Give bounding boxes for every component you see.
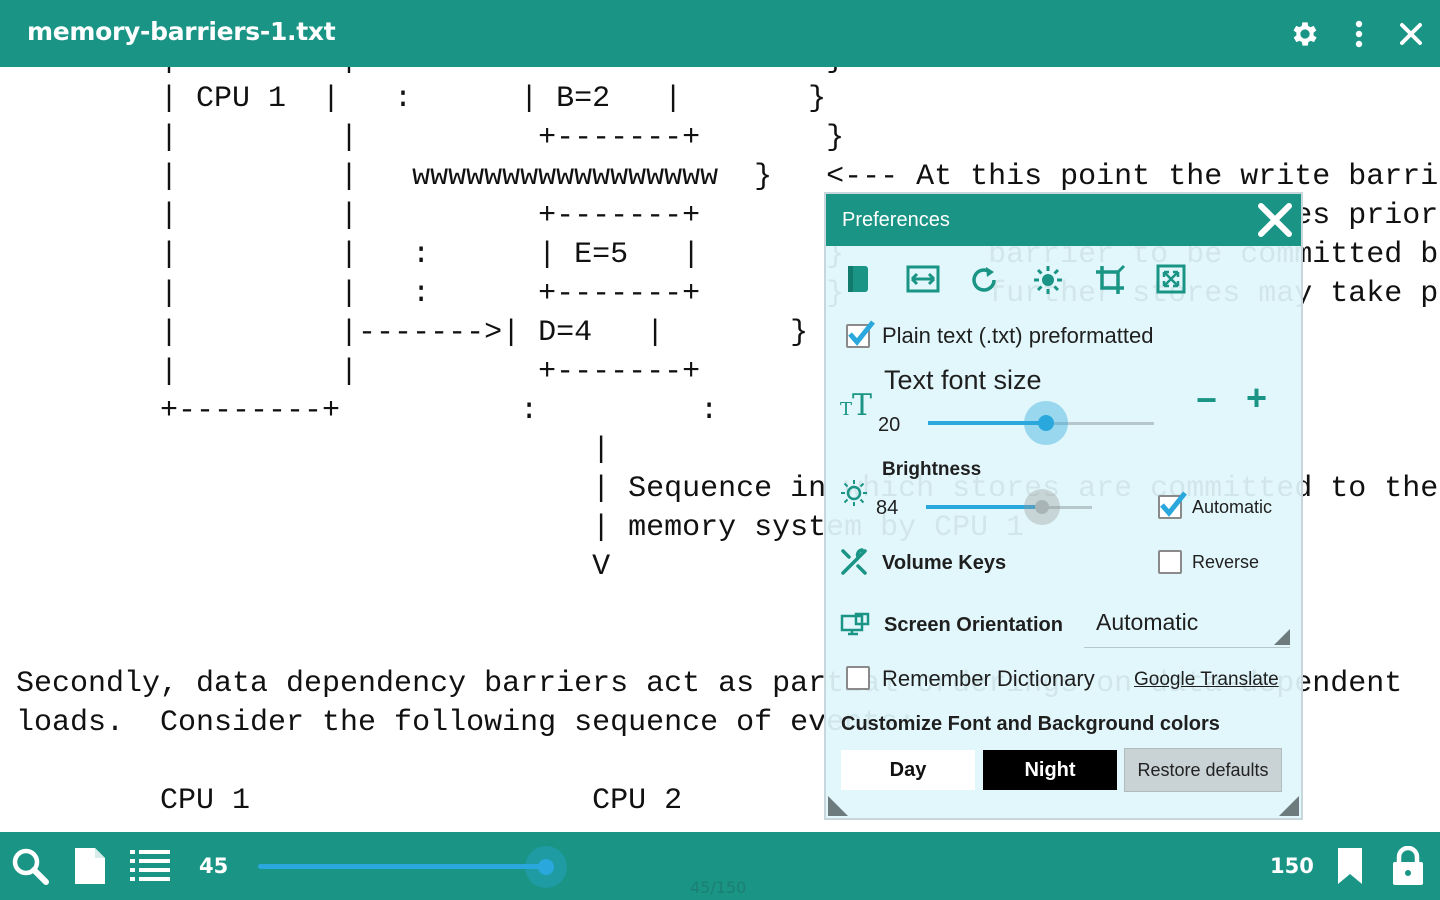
fit-width-icon[interactable] (906, 264, 940, 296)
restore-defaults-button[interactable]: Restore defaults (1124, 748, 1282, 792)
rotate-icon[interactable] (968, 264, 1000, 296)
current-page-number: 45 (199, 854, 229, 878)
bottom-toolbar: 45 45/150 150 (0, 832, 1440, 900)
preferences-header: Preferences (826, 194, 1301, 246)
file-icon[interactable] (68, 844, 112, 888)
bookmark-icon[interactable] (1328, 844, 1372, 888)
book-icon[interactable] (844, 264, 876, 296)
preferences-title: Preferences (842, 209, 950, 231)
customize-colors-label: Customize Font and Background colors (841, 713, 1220, 735)
more-vert-icon[interactable] (1339, 14, 1379, 54)
font-size-increase-button[interactable]: + (1246, 377, 1267, 419)
screen-orientation-select[interactable]: Automatic (1084, 602, 1290, 648)
brightness-value: 84 (876, 497, 899, 519)
screen-orientation-value: Automatic (1096, 609, 1199, 635)
day-theme-button[interactable]: Day (841, 750, 975, 790)
plain-text-checkbox[interactable] (846, 320, 875, 348)
resize-corner-right-icon[interactable] (1279, 796, 1299, 816)
search-icon[interactable] (8, 844, 52, 888)
font-size-decrease-button[interactable]: − (1196, 379, 1217, 421)
remember-dictionary-label: Remember Dictionary (882, 666, 1095, 691)
screen-orientation-icon (840, 612, 870, 642)
tools-icon (840, 548, 868, 580)
automatic-brightness-label: Automatic (1192, 497, 1273, 517)
reverse-volume-label: Reverse (1192, 552, 1260, 572)
document-title: memory-barriers-1.txt (27, 17, 336, 46)
lock-icon[interactable] (1386, 844, 1430, 888)
font-size-slider-thumb[interactable] (1023, 401, 1068, 445)
preferences-dialog: Preferences Plain text (.txt) preformatt… (824, 192, 1303, 820)
crop-icon[interactable] (1094, 264, 1126, 296)
text-size-icon: TT (840, 388, 873, 423)
remember-dictionary-checkbox[interactable] (846, 666, 870, 690)
plain-text-label: Plain text (.txt) preformatted (882, 323, 1154, 348)
brightness-slider-thumb[interactable] (1024, 489, 1061, 525)
font-size-label: Text font size (884, 365, 1042, 395)
brightness-label: Brightness (882, 459, 982, 480)
brightness-icon[interactable] (1032, 264, 1064, 296)
screen-orientation-label: Screen Orientation (884, 614, 1063, 636)
dictionary-link[interactable]: Google Translate (1134, 669, 1279, 691)
volume-keys-label: Volume Keys (882, 552, 1007, 574)
font-size-value: 20 (878, 414, 901, 436)
page-seek-thumb[interactable] (525, 846, 567, 888)
page-indicator: 45/150 (690, 878, 747, 897)
gear-icon[interactable] (1285, 14, 1325, 54)
list-icon[interactable] (128, 844, 172, 888)
reverse-volume-checkbox[interactable] (1158, 550, 1182, 574)
total-pages-number: 150 (1270, 854, 1314, 878)
automatic-brightness-checkbox[interactable] (1158, 491, 1187, 519)
night-theme-button[interactable]: Night (983, 750, 1117, 790)
fullscreen-icon[interactable] (1156, 264, 1188, 296)
dropdown-corner-icon (1274, 629, 1290, 645)
brightness-sun-icon (840, 479, 868, 511)
resize-corner-left-icon[interactable] (828, 796, 848, 816)
preferences-close-icon[interactable] (1255, 200, 1295, 240)
top-app-bar: memory-barriers-1.txt (0, 0, 1440, 67)
page-seek-fill (258, 864, 546, 869)
close-icon[interactable] (1391, 14, 1431, 54)
